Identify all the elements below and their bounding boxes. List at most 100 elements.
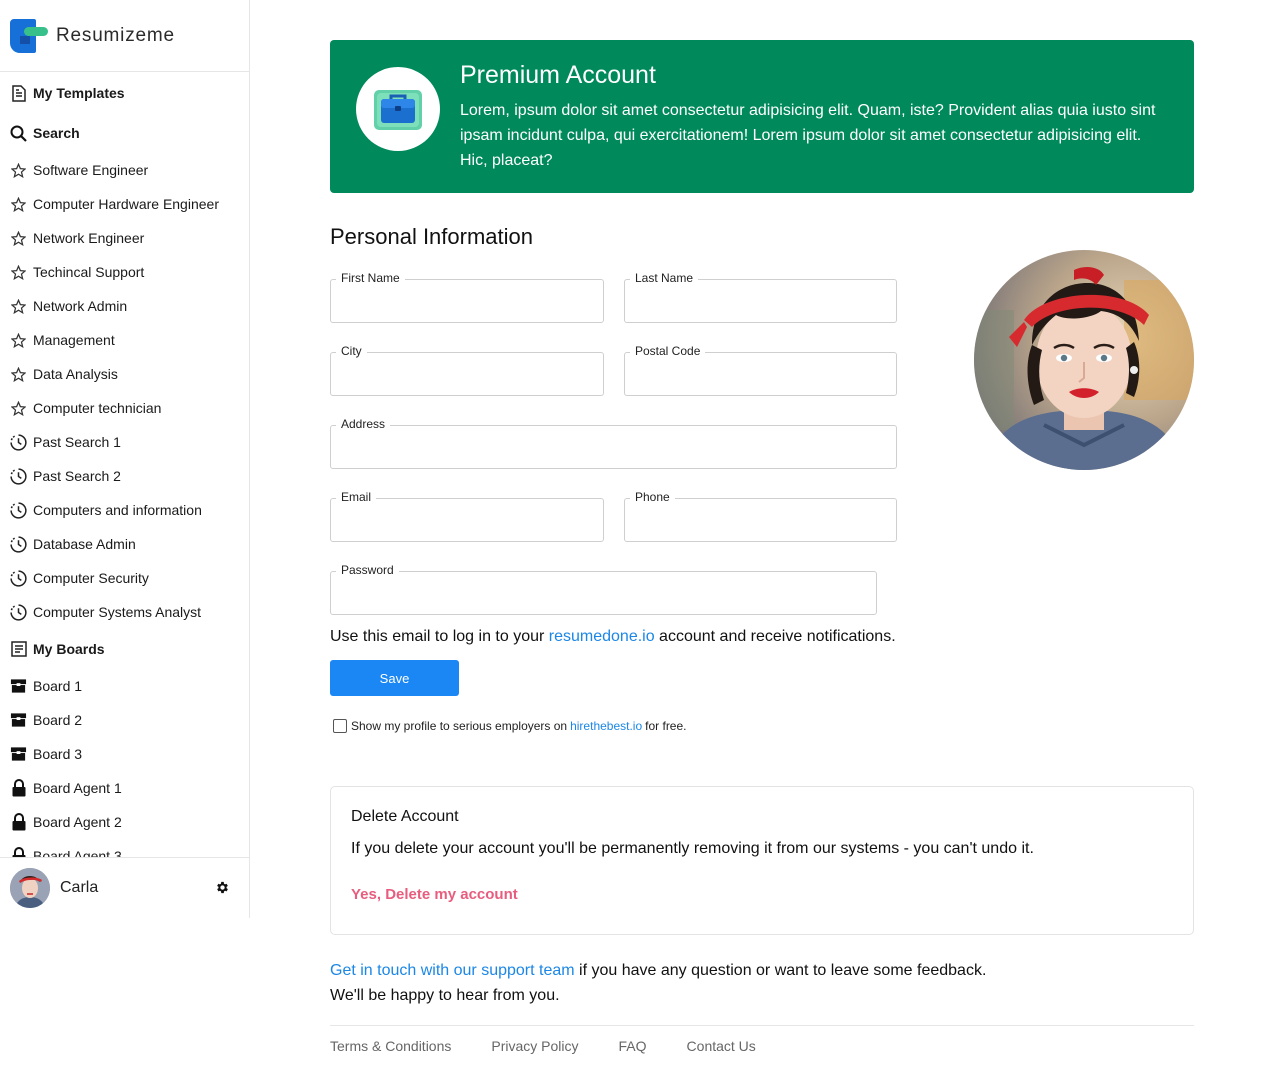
saved-search-label: Data Analysis — [33, 366, 118, 382]
saved-search-label: Software Engineer — [33, 162, 149, 178]
last-name-input[interactable] — [625, 280, 896, 322]
box-icon — [10, 678, 27, 695]
save-button[interactable]: Save — [330, 660, 459, 696]
saved-search-item[interactable]: Computer technician — [0, 391, 249, 425]
postal-code-input[interactable] — [625, 353, 896, 395]
star-icon — [10, 264, 27, 281]
postal-code-field[interactable]: Postal Code — [624, 344, 897, 396]
footer-link-faq[interactable]: FAQ — [619, 1038, 647, 1054]
agent-board-label: Board Agent 3 — [33, 848, 122, 857]
footer-link-terms[interactable]: Terms & Conditions — [330, 1038, 451, 1054]
sidebar-item-search[interactable]: Search — [0, 113, 249, 153]
section-title: Personal Information — [330, 224, 533, 249]
agent-board-item[interactable]: Board Agent 1 — [0, 771, 249, 805]
address-field[interactable]: Address — [330, 417, 897, 469]
agent-board-item[interactable]: Board Agent 3 — [0, 839, 249, 857]
past-search-label: Database Admin — [33, 536, 136, 552]
sidebar-item-label: My Boards — [33, 641, 105, 657]
clock-icon — [10, 569, 27, 587]
delete-account-card: Delete Account If you delete your accoun… — [330, 786, 1194, 935]
field-label: Postal Code — [630, 344, 706, 358]
saved-search-item[interactable]: Computer Hardware Engineer — [0, 187, 249, 221]
address-input[interactable] — [331, 426, 896, 468]
email-note-text: Use this email to log in to your — [330, 628, 549, 645]
board-item[interactable]: Board 2 — [0, 703, 249, 737]
board-item[interactable]: Board 3 — [0, 737, 249, 771]
board-label: Board 3 — [33, 746, 83, 762]
email-input[interactable] — [331, 499, 603, 541]
document-icon — [10, 84, 27, 102]
star-icon — [10, 196, 27, 213]
field-label: Phone — [630, 490, 675, 504]
footer-link-contact[interactable]: Contact Us — [687, 1038, 756, 1054]
first-name-field[interactable]: First Name — [330, 271, 604, 323]
user-bar: Carla — [0, 857, 249, 918]
support-text-line2: We'll be happy to hear from you. — [330, 987, 560, 1004]
agent-board-label: Board Agent 2 — [33, 814, 122, 830]
saved-search-item[interactable]: Software Engineer — [0, 153, 249, 187]
consent-text: Show my profile to serious employers on — [351, 719, 568, 733]
support-link[interactable]: Get in touch with our support team — [330, 962, 575, 979]
past-search-item[interactable]: Past Search 2 — [0, 459, 249, 493]
password-input[interactable] — [331, 572, 876, 614]
brand[interactable]: Resumizeme — [0, 0, 249, 72]
sidebar-nav: My Templates Search Software Engineer Co… — [0, 73, 249, 857]
email-field[interactable]: Email — [330, 490, 604, 542]
sidebar-item-my-templates[interactable]: My Templates — [0, 73, 249, 113]
city-field[interactable]: City — [330, 344, 604, 396]
delete-account-description: If you delete your account you'll be per… — [351, 840, 1034, 857]
field-label: Password — [336, 563, 399, 577]
employer-visibility-checkbox[interactable] — [333, 719, 347, 733]
avatar[interactable] — [10, 868, 50, 908]
saved-search-item[interactable]: Network Admin — [0, 289, 249, 323]
lock-icon — [10, 813, 27, 831]
city-input[interactable] — [331, 353, 603, 395]
clock-icon — [10, 501, 27, 519]
user-name: Carla — [60, 879, 99, 896]
past-search-item[interactable]: Computers and information — [0, 493, 249, 527]
past-search-label: Computer Security — [33, 570, 149, 586]
saved-search-item[interactable]: Network Engineer — [0, 221, 249, 255]
past-search-item[interactable]: Past Search 1 — [0, 425, 249, 459]
agent-board-item[interactable]: Board Agent 2 — [0, 805, 249, 839]
past-search-item[interactable]: Computer Security — [0, 561, 249, 595]
last-name-field[interactable]: Last Name — [624, 271, 897, 323]
saved-search-list: Software Engineer Computer Hardware Engi… — [0, 153, 249, 425]
saved-search-item[interactable]: Management — [0, 323, 249, 357]
consent-text-end: for free. — [645, 719, 687, 733]
field-label: Email — [336, 490, 377, 504]
search-icon — [10, 125, 27, 142]
field-label: Last Name — [630, 271, 699, 285]
hirethebest-link[interactable]: hirethebest.io — [570, 719, 642, 733]
footer-link-privacy[interactable]: Privacy Policy — [491, 1038, 578, 1054]
saved-search-label: Management — [33, 332, 115, 348]
profile-photo[interactable] — [974, 250, 1194, 470]
brand-name: Resumizeme — [56, 24, 175, 46]
first-name-input[interactable] — [331, 280, 603, 322]
clock-icon — [10, 467, 27, 485]
premium-banner: Premium Account Lorem, ipsum dolor sit a… — [330, 40, 1194, 193]
resumedone-link[interactable]: resumedone.io — [549, 628, 655, 645]
field-label: Address — [336, 417, 391, 431]
sidebar-item-label: My Templates — [33, 85, 125, 101]
sidebar-item-my-boards[interactable]: My Boards — [0, 629, 249, 669]
star-icon — [10, 298, 27, 315]
star-icon — [10, 230, 27, 247]
box-icon — [10, 712, 27, 729]
saved-search-item[interactable]: Data Analysis — [0, 357, 249, 391]
delete-account-button[interactable]: Yes, Delete my account — [351, 886, 518, 903]
phone-input[interactable] — [625, 499, 896, 541]
employer-visibility-option[interactable]: Show my profile to serious employers on … — [333, 719, 687, 733]
phone-field[interactable]: Phone — [624, 490, 897, 542]
saved-search-item[interactable]: Techincal Support — [0, 255, 249, 289]
past-search-item[interactable]: Computer Systems Analyst — [0, 595, 249, 629]
sidebar: Resumizeme My Templates Search Software … — [0, 0, 250, 918]
email-note: Use this email to log in to your resumed… — [330, 628, 896, 646]
footer: Terms & Conditions Privacy Policy FAQ Co… — [330, 1025, 1194, 1054]
gear-icon[interactable] — [215, 880, 231, 896]
past-search-item[interactable]: Database Admin — [0, 527, 249, 561]
agent-board-label: Board Agent 1 — [33, 780, 122, 796]
board-item[interactable]: Board 1 — [0, 669, 249, 703]
password-field[interactable]: Password — [330, 563, 877, 615]
star-icon — [10, 366, 27, 383]
